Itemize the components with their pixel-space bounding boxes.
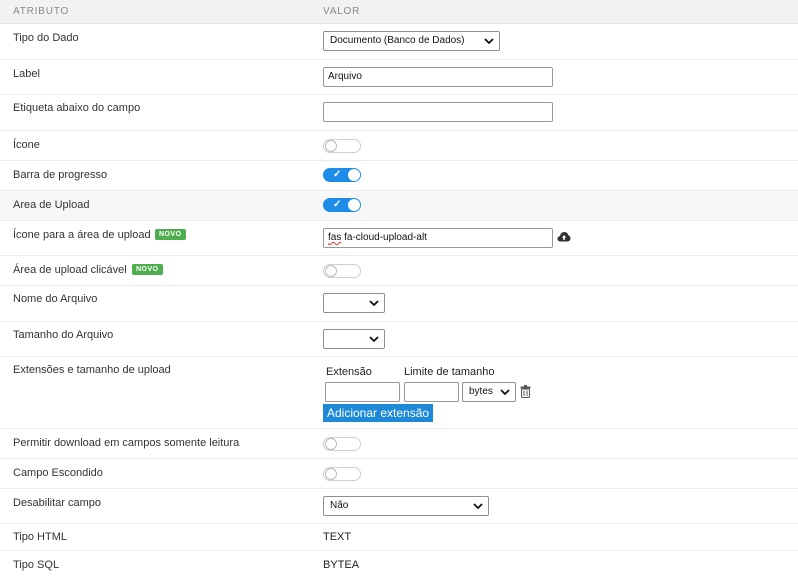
icone-area-value-prefix: fas	[328, 232, 342, 243]
row-nome-arquivo: Nome do Arquivo	[0, 286, 798, 322]
row-label: Label Arquivo	[0, 60, 798, 95]
label-icone: Ícone	[13, 139, 40, 151]
label-area-upload: Area de Upload	[13, 199, 90, 211]
nome-arquivo-select[interactable]	[323, 293, 385, 313]
tipo-html-value: TEXT	[323, 531, 352, 543]
extensao-input[interactable]	[325, 382, 400, 402]
etiqueta-input[interactable]	[323, 102, 553, 122]
row-area-click: Área de upload clicável NOVO	[0, 256, 798, 286]
row-escondido: Campo Escondido	[0, 459, 798, 489]
label-area-click: Área de upload clicável	[13, 264, 127, 276]
desabilitar-select[interactable]: Não	[323, 496, 489, 516]
label-desabilitar: Desabilitar campo	[13, 497, 102, 509]
row-area-upload: Area de Upload ✓	[0, 191, 798, 221]
label-label: Label	[13, 68, 40, 80]
chevron-down-icon	[369, 300, 379, 307]
tipo-sql-value: BYTEA	[323, 559, 360, 571]
extensao-header: Extensão	[326, 366, 372, 378]
area-click-toggle[interactable]	[323, 264, 361, 278]
limite-input[interactable]	[404, 382, 459, 402]
label-nome-arquivo: Nome do Arquivo	[13, 293, 98, 305]
label-escondido: Campo Escondido	[13, 467, 103, 479]
row-icone: Ícone	[0, 131, 798, 161]
row-tipo-sql: Tipo SQL BYTEA	[0, 551, 798, 577]
attributes-table: ATRIBUTO VALOR Tipo do Dado Documento (B…	[0, 0, 798, 577]
row-icone-area: Ícone para a área de upload NOVO fas fa-…	[0, 221, 798, 256]
desabilitar-value: Não	[330, 500, 349, 511]
tipo-dado-value: Documento (Banco de Dados)	[330, 35, 465, 46]
limite-header: Limite de tamanho	[404, 366, 495, 378]
header-attribute: ATRIBUTO	[13, 6, 70, 17]
icone-area-input[interactable]: fas fa-cloud-upload-alt	[323, 228, 553, 248]
row-permitir: Permitir download em campos somente leit…	[0, 429, 798, 459]
label-extensoes: Extensões e tamanho de upload	[13, 364, 171, 376]
escondido-toggle[interactable]	[323, 467, 361, 481]
check-icon: ✓	[333, 169, 342, 180]
icone-area-value-rest: fa-cloud-upload-alt	[341, 232, 427, 243]
cloud-upload-icon	[557, 232, 571, 242]
chevron-down-icon	[369, 336, 379, 343]
tamanho-arquivo-select[interactable]	[323, 329, 385, 349]
chevron-down-icon	[484, 38, 494, 45]
tipo-dado-select[interactable]: Documento (Banco de Dados)	[323, 31, 500, 51]
chevron-down-icon	[500, 389, 510, 396]
novo-badge: NOVO	[155, 229, 186, 240]
row-desabilitar: Desabilitar campo Não	[0, 489, 798, 524]
label-tipo-dado: Tipo do Dado	[13, 32, 79, 44]
check-icon: ✓	[333, 199, 342, 210]
label-tipo-sql: Tipo SQL	[13, 559, 60, 571]
row-extensoes: Extensões e tamanho de upload Extensão L…	[0, 357, 798, 429]
row-etiqueta: Etiqueta abaixo do campo	[0, 95, 798, 131]
trash-icon[interactable]	[520, 385, 531, 398]
add-extension-button[interactable]: Adicionar extensão	[323, 404, 434, 422]
label-icone-area: Ícone para a área de upload	[13, 229, 151, 241]
label-barra: Barra de progresso	[13, 169, 108, 181]
label-permitir: Permitir download em campos somente leit…	[13, 437, 240, 449]
label-etiqueta: Etiqueta abaixo do campo	[13, 102, 141, 114]
chevron-down-icon	[473, 503, 483, 510]
label-tipo-html: Tipo HTML	[13, 531, 67, 543]
table-header: ATRIBUTO VALOR	[0, 0, 798, 24]
header-value: VALOR	[323, 6, 361, 17]
unit-value: bytes	[469, 386, 493, 397]
label-input[interactable]: Arquivo	[323, 67, 553, 87]
permitir-toggle[interactable]	[323, 437, 361, 451]
icone-toggle[interactable]	[323, 139, 361, 153]
area-upload-toggle[interactable]: ✓	[323, 198, 361, 212]
label-tamanho-arquivo: Tamanho do Arquivo	[13, 329, 114, 341]
row-tipo-html: Tipo HTML TEXT	[0, 524, 798, 551]
barra-toggle[interactable]: ✓	[323, 168, 361, 182]
novo-badge: NOVO	[132, 264, 163, 275]
row-barra: Barra de progresso ✓	[0, 161, 798, 191]
label-input-value: Arquivo	[328, 71, 362, 82]
row-tamanho-arquivo: Tamanho do Arquivo	[0, 322, 798, 357]
unit-select[interactable]: bytes	[462, 382, 516, 402]
row-tipo-dado: Tipo do Dado Documento (Banco de Dados)	[0, 24, 798, 60]
